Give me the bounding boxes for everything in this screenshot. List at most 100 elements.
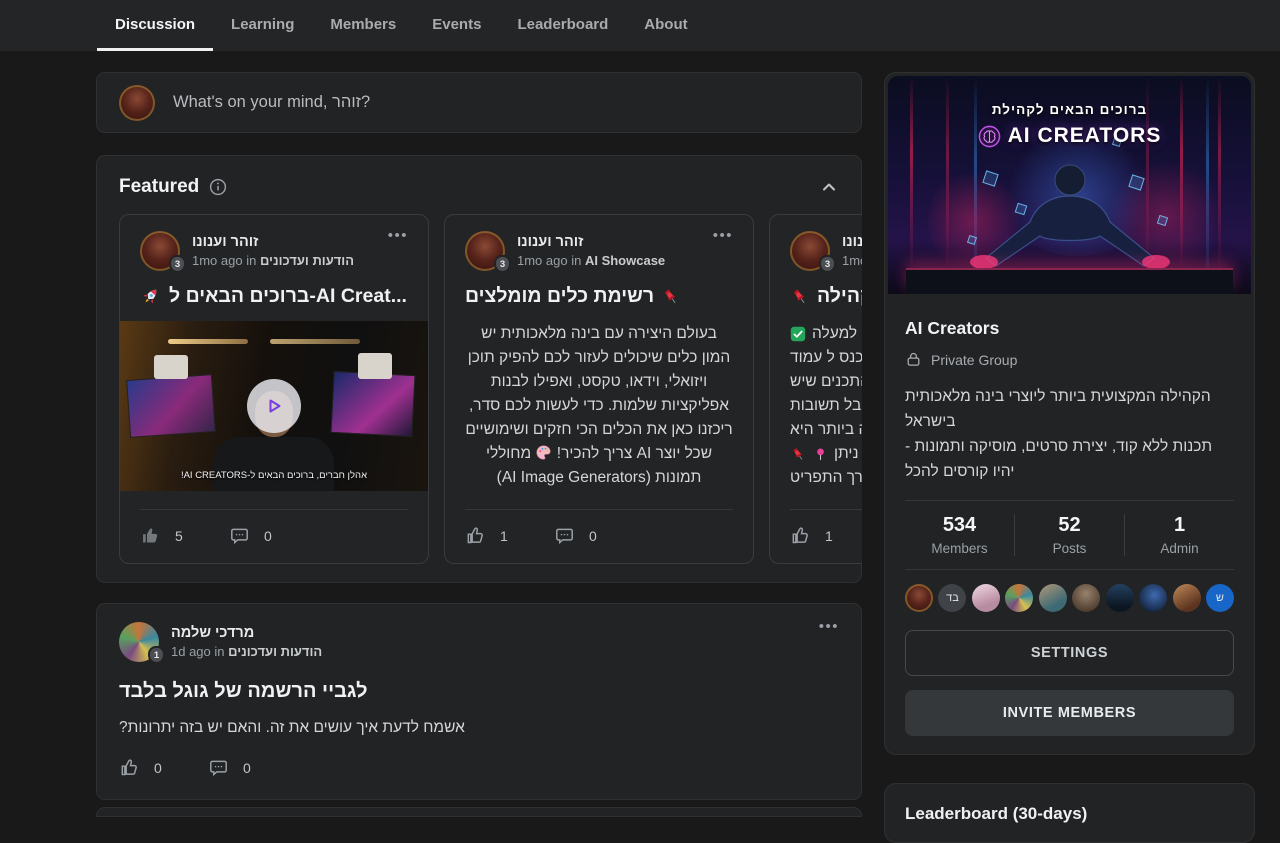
group-cover-image: ברוכים הבאים לקהילת AI CREATORS: [888, 76, 1251, 294]
comment-button[interactable]: [208, 757, 229, 778]
like-count: 0: [154, 760, 180, 776]
channel-link[interactable]: הודעות ועדכונים: [260, 253, 354, 268]
like-button[interactable]: [465, 525, 486, 546]
group-info-card: ברוכים הבאים לקהילת AI CREATORS AI Creat…: [884, 72, 1255, 755]
post-composer-input[interactable]: What's on your mind, זוהר?: [96, 72, 862, 133]
invite-members-button[interactable]: INVITE MEMBERS: [905, 690, 1234, 736]
user-avatar[interactable]: [119, 85, 155, 121]
author-name[interactable]: זוהר וענונו: [517, 234, 665, 250]
banner-brand-row: AI CREATORS: [888, 124, 1251, 148]
comment-button[interactable]: [554, 525, 575, 546]
speaker-left: [154, 355, 188, 379]
studio-light: [270, 339, 360, 344]
pushpin-emoji: [790, 287, 810, 307]
post-menu-button[interactable]: •••: [713, 231, 733, 241]
level-badge: 3: [169, 255, 186, 273]
member-avatar-initials[interactable]: בד: [938, 584, 966, 612]
level-badge: 3: [819, 255, 836, 273]
privacy-label: Private Group: [931, 352, 1017, 368]
chevron-up-icon[interactable]: [819, 177, 839, 197]
member-avatar[interactable]: [1106, 584, 1134, 612]
post-title[interactable]: רשימת כלים מומלצים: [465, 285, 733, 308]
member-avatars-row: בד ש: [905, 570, 1234, 614]
featured-section: Featured 3 זוהר וענונו 1mo ago in הודעות…: [96, 155, 862, 583]
play-button-icon[interactable]: [247, 379, 301, 433]
post-title[interactable]: ברוכים הבאים ל-AI Creat...: [140, 285, 408, 308]
member-avatar[interactable]: [1173, 584, 1201, 612]
lock-icon: [905, 351, 922, 368]
post-meta: 1mo ago in: [842, 253, 862, 268]
round-pin-emoji: [813, 447, 828, 462]
comment-count: 0: [589, 528, 615, 544]
member-avatar-initials[interactable]: ש: [1206, 584, 1234, 612]
next-post-card-edge[interactable]: [96, 807, 862, 817]
tab-about[interactable]: About: [626, 0, 705, 51]
tab-leaderboard[interactable]: Leaderboard: [499, 0, 626, 51]
brain-logo-icon: [978, 125, 1001, 148]
member-avatar[interactable]: [1005, 584, 1033, 612]
leaderboard-title: Leaderboard (30-days): [905, 804, 1234, 824]
post-meta: 1mo ago in הודעות ועדכונים: [192, 253, 354, 268]
author-avatar[interactable]: 3: [790, 231, 830, 271]
like-count: 1: [500, 528, 526, 544]
pushpin-emoji: [661, 287, 681, 307]
channel-link[interactable]: AI Showcase: [585, 253, 665, 268]
post-title[interactable]: לגביי הרשמה של גוגל בלבד: [119, 680, 839, 703]
studio-light: [168, 339, 248, 344]
info-icon[interactable]: [209, 178, 227, 196]
comment-button[interactable]: [229, 525, 250, 546]
level-badge: 3: [494, 255, 511, 273]
like-count: 5: [175, 528, 201, 544]
author-name[interactable]: מרדכי שלמה: [171, 625, 322, 641]
featured-post-card[interactable]: 3 זוהר וענונו 1mo ago in AI Showcase •••…: [444, 214, 754, 564]
tab-learning[interactable]: Learning: [213, 0, 312, 51]
rocket-emoji: [140, 286, 161, 307]
post-menu-button[interactable]: •••: [819, 622, 839, 632]
like-button[interactable]: [790, 525, 811, 546]
desk-illustration: [906, 268, 1233, 294]
author-avatar[interactable]: 3: [140, 231, 180, 271]
like-button[interactable]: [119, 757, 140, 778]
tab-discussion[interactable]: Discussion: [97, 0, 213, 51]
pushpin-emoji: [790, 446, 807, 463]
tab-members[interactable]: Members: [312, 0, 414, 51]
member-avatar[interactable]: [1072, 584, 1100, 612]
featured-post-card[interactable]: 3 זוהר וענונו 1mo ago in הודעות ועדכונים…: [119, 214, 429, 564]
group-description: הקהילה המקצועית ביותר ליוצרי בינה מלאכות…: [905, 384, 1234, 484]
post-title[interactable]: איך מתמצאים בקהילה: [790, 285, 862, 308]
monitor-right: [330, 371, 415, 437]
post-body: בעולם היצירה עם בינה מלאכותית יש המון כל…: [465, 322, 733, 490]
palette-emoji: [535, 444, 552, 461]
featured-post-card[interactable]: 3 זוהר וענונו 1mo ago in איך מתמצאים בקה…: [769, 214, 862, 564]
tab-events[interactable]: Events: [414, 0, 499, 51]
member-avatar[interactable]: [905, 584, 933, 612]
post-card[interactable]: 1 מרדכי שלמה 1d ago in הודעות ועדכונים •…: [96, 603, 862, 800]
like-button[interactable]: [140, 525, 161, 546]
featured-carousel[interactable]: 3 זוהר וענונו 1mo ago in הודעות ועדכונים…: [119, 214, 862, 564]
composer-placeholder: What's on your mind, זוהר?: [173, 93, 370, 112]
author-avatar[interactable]: 1: [119, 622, 159, 662]
comment-count: 0: [264, 528, 290, 544]
video-caption: אהלן חברים, ברוכים הבאים ל-AI CREATORS!: [120, 470, 428, 481]
video-thumbnail[interactable]: אהלן חברים, ברוכים הבאים ל-AI CREATORS!: [120, 321, 428, 491]
member-avatar[interactable]: [1139, 584, 1167, 612]
author-avatar[interactable]: 3: [465, 231, 505, 271]
banner-brand-text: AI CREATORS: [1008, 124, 1162, 148]
check-emoji: [790, 326, 806, 342]
like-count: 1: [825, 528, 851, 544]
leaderboard-card: Leaderboard (30-days): [884, 783, 1255, 843]
stat-admin: 1 Admin: [1124, 514, 1234, 556]
stat-posts: 52 Posts: [1014, 514, 1124, 556]
post-menu-button[interactable]: •••: [388, 231, 408, 241]
banner-welcome-text: ברוכים הבאים לקהילת: [888, 102, 1251, 117]
featured-title: Featured: [119, 176, 199, 198]
member-avatar[interactable]: [1039, 584, 1067, 612]
stat-members: 534 Members: [905, 514, 1014, 556]
channel-link[interactable]: הודעות ועדכונים: [228, 644, 322, 659]
top-nav: Discussion Learning Members Events Leade…: [0, 0, 1280, 51]
author-name[interactable]: זוהר וענונו: [192, 234, 354, 250]
group-name: AI Creators: [905, 318, 1234, 339]
author-name[interactable]: זוהר וענונו: [842, 234, 862, 250]
member-avatar[interactable]: [972, 584, 1000, 612]
settings-button[interactable]: SETTINGS: [905, 630, 1234, 676]
